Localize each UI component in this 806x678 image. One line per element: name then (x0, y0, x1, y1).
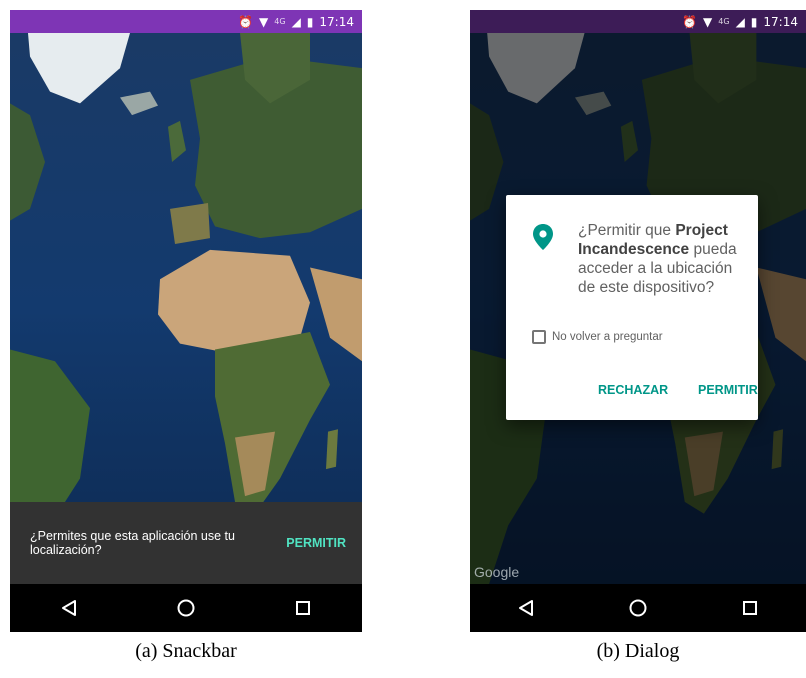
wifi-icon: ▼ (703, 14, 713, 29)
signal-icon: ◢ (291, 14, 301, 29)
wifi-icon: ▼ (259, 14, 269, 29)
status-bar: ⏰ ▼ 4G ◢ ▮ 17:14 (470, 10, 806, 33)
battery-icon: ▮ (750, 14, 758, 29)
dialog-message-prefix: ¿Permitir que (578, 222, 676, 239)
network-type: 4G (718, 16, 730, 26)
recents-icon[interactable] (273, 588, 333, 628)
phone-screen-dialog: ⏰ ▼ 4G ◢ ▮ 17:14 Google ¿Permitir que Pr… (470, 10, 806, 632)
navigation-bar (470, 584, 806, 632)
snackbar: ¿Permites que esta aplicación use tu loc… (10, 502, 362, 584)
dialog-message: ¿Permitir que Project Incandescence pued… (578, 221, 750, 297)
signal-icon: ◢ (735, 14, 745, 29)
recents-icon[interactable] (720, 588, 780, 628)
phone-screen-snackbar: ⏰ ▼ 4G ◢ ▮ 17:14 ¿Permites que esta apli… (10, 10, 362, 632)
navigation-bar (10, 584, 362, 632)
dont-ask-again-label: No volver a preguntar (552, 331, 663, 343)
alarm-icon: ⏰ (682, 14, 698, 29)
snackbar-message: ¿Permites que esta aplicación use tu loc… (30, 529, 235, 557)
alarm-icon: ⏰ (238, 14, 254, 29)
caption-dialog: (b) Dialog (596, 640, 680, 662)
location-pin-icon (532, 223, 554, 256)
dont-ask-again-checkbox[interactable] (532, 330, 546, 344)
network-type: 4G (274, 16, 286, 26)
status-time: 17:14 (763, 14, 798, 29)
google-attribution: Google (474, 564, 520, 580)
allow-button[interactable]: PERMITIR (698, 383, 758, 397)
battery-icon: ▮ (306, 14, 314, 29)
caption-snackbar: (a) Snackbar (135, 640, 237, 662)
status-time: 17:14 (319, 14, 354, 29)
back-icon[interactable] (39, 588, 99, 628)
back-icon[interactable] (496, 588, 556, 628)
snackbar-allow-button[interactable]: PERMITIR (286, 536, 346, 550)
deny-button[interactable]: RECHAZAR (598, 383, 668, 397)
home-icon[interactable] (608, 588, 668, 628)
status-bar: ⏰ ▼ 4G ◢ ▮ 17:14 (10, 10, 362, 33)
permission-dialog: ¿Permitir que Project Incandescence pued… (506, 195, 758, 420)
home-icon[interactable] (156, 588, 216, 628)
dont-ask-again-row[interactable]: No volver a preguntar (532, 330, 663, 344)
